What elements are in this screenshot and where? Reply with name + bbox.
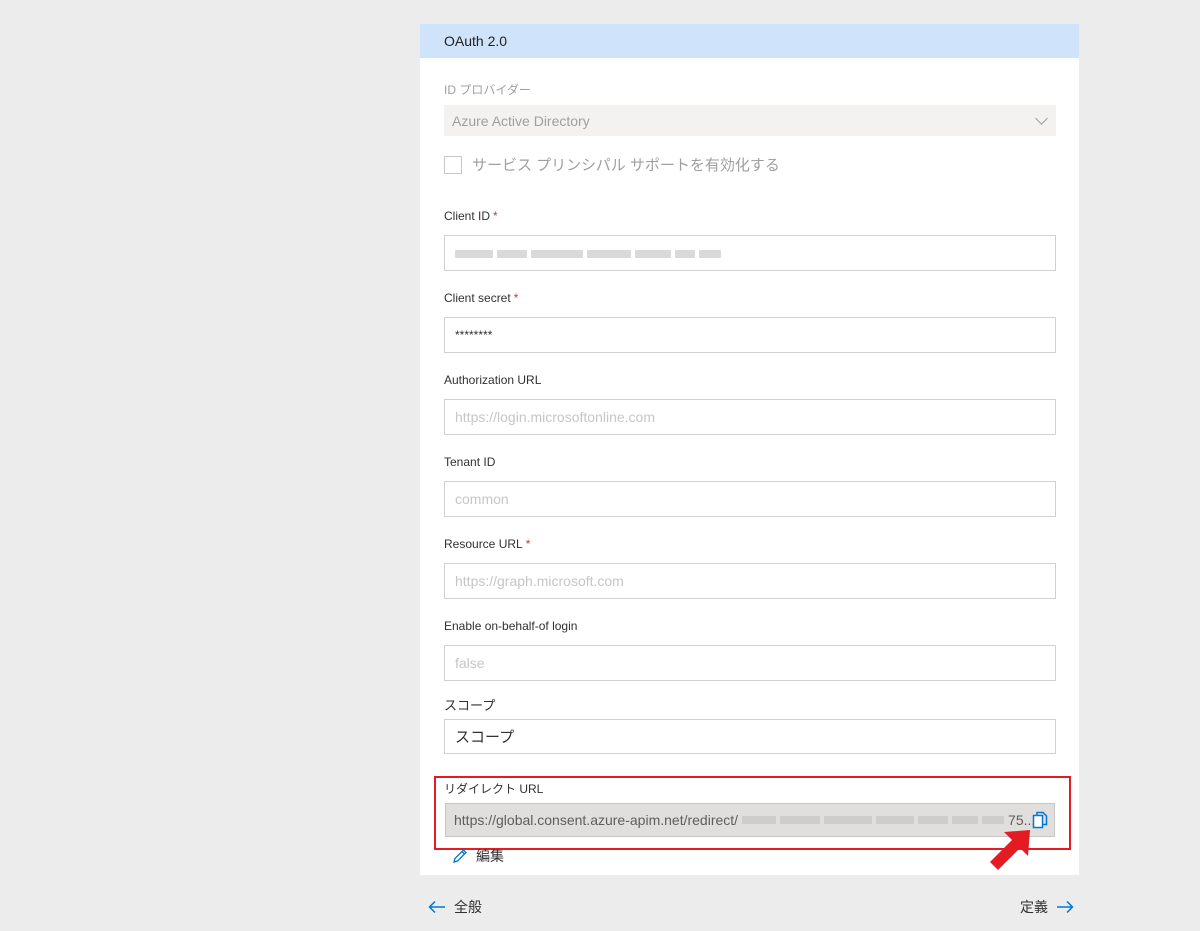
resource-url-label: Resource URL * bbox=[444, 537, 531, 551]
service-principal-label: サービス プリンシパル サポートを有効化する bbox=[472, 157, 780, 174]
arrow-right-icon bbox=[1057, 900, 1074, 914]
identity-provider-value: Azure Active Directory bbox=[452, 112, 590, 129]
edit-label: 編集 bbox=[476, 848, 504, 864]
card-header: OAuth 2.0 bbox=[420, 24, 1079, 58]
authorization-url-field: Authorization URL https://login.microsof… bbox=[444, 372, 1056, 435]
scope-label: スコープ bbox=[444, 698, 496, 713]
required-mark: * bbox=[493, 209, 498, 223]
client-id-field: Client ID * bbox=[444, 208, 1056, 271]
on-behalf-of-label: Enable on-behalf-of login bbox=[444, 619, 578, 633]
resource-url-input[interactable]: https://graph.microsoft.com bbox=[444, 563, 1056, 599]
client-secret-input[interactable]: ******** bbox=[444, 317, 1056, 353]
next-button[interactable]: 定義 bbox=[1020, 897, 1074, 917]
resource-url-field: Resource URL * https://graph.microsoft.co… bbox=[444, 536, 1056, 599]
resource-url-placeholder: https://graph.microsoft.com bbox=[455, 573, 624, 589]
required-mark: * bbox=[513, 291, 519, 305]
tenant-id-input[interactable]: common bbox=[444, 481, 1056, 517]
copy-icon bbox=[1032, 811, 1048, 829]
scope-value: スコープ bbox=[455, 729, 515, 746]
card-title: OAuth 2.0 bbox=[444, 33, 508, 49]
client-secret-field: Client secret * ******** bbox=[444, 290, 1056, 353]
required-mark: * bbox=[525, 537, 531, 551]
arrow-left-icon bbox=[428, 900, 445, 914]
client-secret-label: Client secret * bbox=[444, 291, 519, 305]
back-label: 全般 bbox=[454, 899, 482, 915]
chevron-down-icon bbox=[1035, 112, 1048, 125]
authorization-url-input[interactable]: https://login.microsoftonline.com bbox=[444, 399, 1056, 435]
redirect-url-redacted bbox=[742, 816, 1008, 824]
on-behalf-of-placeholder: false bbox=[455, 655, 485, 671]
redirect-url-input[interactable]: https://global.consent.azure-apim.net/re… bbox=[445, 803, 1055, 837]
tenant-id-label: Tenant ID bbox=[444, 455, 496, 469]
next-label: 定義 bbox=[1020, 899, 1048, 915]
authorization-url-placeholder: https://login.microsoftonline.com bbox=[455, 409, 655, 425]
on-behalf-of-input[interactable]: false bbox=[444, 645, 1056, 681]
identity-provider-select[interactable]: Azure Active Directory bbox=[444, 105, 1056, 136]
authorization-url-label: Authorization URL bbox=[444, 373, 542, 387]
identity-provider-label: ID プロバイダー bbox=[444, 83, 531, 97]
scope-field: スコープ スコープ bbox=[444, 698, 1056, 754]
edit-link[interactable]: 編集 bbox=[452, 846, 504, 866]
client-secret-value: ******** bbox=[455, 328, 493, 342]
service-principal-row: サービス プリンシパル サポートを有効化する bbox=[444, 154, 780, 175]
arrow-annotation-icon bbox=[990, 830, 1030, 870]
identity-provider-field: ID プロバイダー Azure Active Directory bbox=[444, 82, 1056, 136]
pencil-icon bbox=[453, 849, 467, 863]
tenant-id-placeholder: common bbox=[455, 491, 509, 507]
tenant-id-field: Tenant ID common bbox=[444, 454, 1056, 517]
redirect-url-prefix: https://global.consent.azure-apim.net/re… bbox=[454, 812, 739, 828]
oauth-card: OAuth 2.0 ID プロバイダー Azure Active Directo… bbox=[420, 24, 1079, 875]
client-id-label: Client ID * bbox=[444, 209, 498, 223]
on-behalf-of-field: Enable on-behalf-of login false bbox=[444, 618, 1056, 681]
client-id-redacted bbox=[455, 245, 725, 261]
service-principal-checkbox[interactable] bbox=[444, 155, 462, 174]
scope-input[interactable]: スコープ bbox=[444, 719, 1056, 754]
client-id-input[interactable] bbox=[444, 235, 1056, 271]
back-button[interactable]: 全般 bbox=[428, 897, 482, 917]
